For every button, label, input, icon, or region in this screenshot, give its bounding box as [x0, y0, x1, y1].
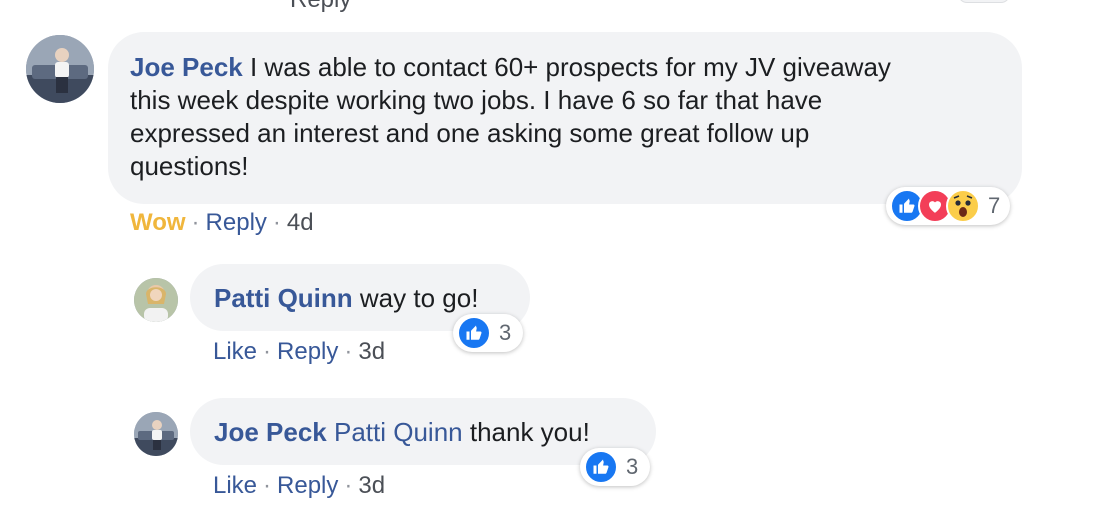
like-button[interactable]: Like [213, 338, 257, 365]
separator: · [191, 209, 200, 236]
separator: · [263, 338, 272, 365]
reply-actions: Like · Reply · 3d [213, 338, 385, 366]
comment-line: I was able to contact 60+ prospects for … [249, 52, 891, 82]
like-button[interactable]: Like [213, 472, 257, 499]
reactions-summary[interactable]: 7 [886, 187, 1011, 225]
reply-actions: Like · Reply · 3d [213, 472, 385, 500]
comment-line: questions! [130, 151, 249, 181]
separator: · [344, 338, 353, 365]
separator: · [272, 209, 281, 236]
reply-button[interactable]: Reply [277, 338, 338, 365]
comment-bubble: Joe Peck I was able to contact 60+ prosp… [108, 32, 1022, 204]
reply-author[interactable]: Patti Quinn [214, 283, 353, 313]
avatar-patti-quinn[interactable] [134, 278, 178, 322]
wow-reaction-button[interactable]: Wow [130, 209, 186, 236]
reactions-summary[interactable]: 3 [580, 448, 651, 486]
reply-text: thank you! [469, 417, 590, 447]
comment-text: Joe Peck I was able to contact 60+ prosp… [130, 51, 1022, 183]
mention-link[interactable]: Patti Quinn [334, 417, 463, 447]
like-icon [584, 450, 618, 484]
comment-line: this week despite working two jobs. I ha… [130, 85, 823, 115]
previous-reply-link[interactable]: Reply [290, 0, 351, 14]
separator: · [344, 472, 353, 499]
separator: · [263, 472, 272, 499]
timestamp[interactable]: 4d [287, 209, 314, 236]
reactions-summary[interactable]: 3 [453, 314, 524, 352]
reply-author[interactable]: Joe Peck [214, 417, 327, 447]
timestamp[interactable]: 3d [358, 472, 385, 499]
comment-author[interactable]: Joe Peck [130, 52, 243, 82]
avatar-joe-peck[interactable] [26, 35, 94, 103]
reaction-count: 3 [626, 454, 639, 479]
reaction-count: 7 [988, 193, 1001, 218]
profile-photo-icon [26, 35, 94, 103]
timestamp[interactable]: 3d [358, 338, 385, 365]
wow-icon [946, 189, 980, 223]
previous-reactions-partial [958, 0, 1010, 3]
reply-button[interactable]: Reply [277, 472, 338, 499]
reply-button[interactable]: Reply [206, 209, 267, 236]
comment-actions: Wow · Reply · 4d [130, 209, 314, 237]
like-icon [457, 316, 491, 350]
profile-photo-icon [134, 278, 178, 322]
reaction-count: 3 [499, 320, 512, 345]
profile-photo-icon [134, 412, 178, 456]
comment-line: expressed an interest and one asking som… [130, 118, 810, 148]
avatar-joe-peck[interactable] [134, 412, 178, 456]
reply-text: way to go! [359, 283, 479, 313]
